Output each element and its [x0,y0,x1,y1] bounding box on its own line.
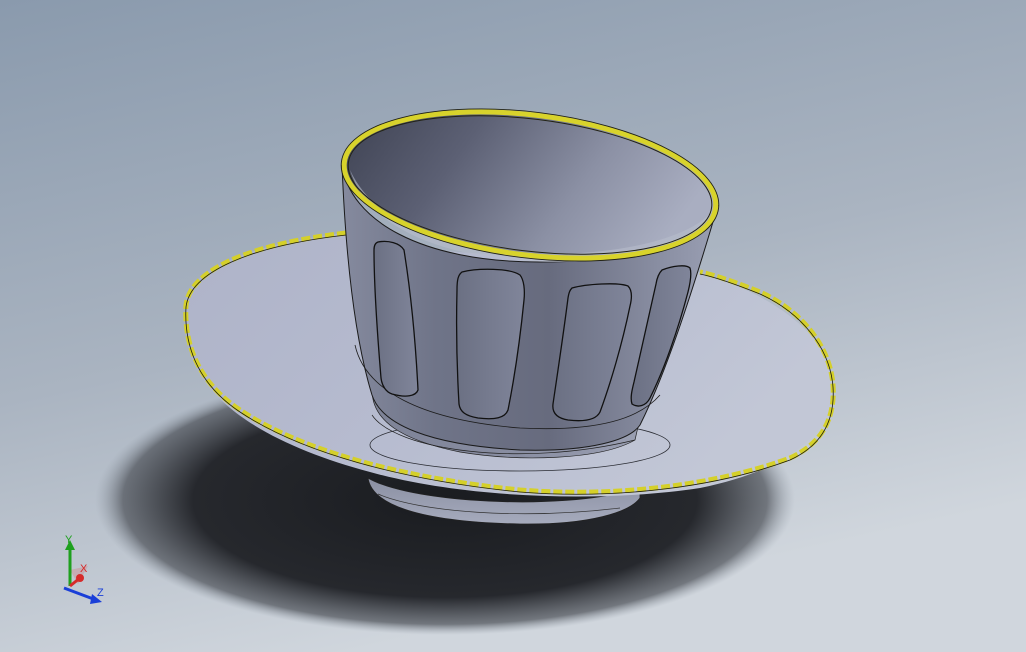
triad-y-label: Y [65,534,73,546]
reference-triad: Y X Z [48,532,118,607]
triad-x-label: X [80,563,88,575]
model-scene[interactable] [0,0,1026,652]
triad-z-label: Z [97,587,104,599]
graphics-viewport[interactable]: Y X Z [0,0,1026,652]
x-axis-endpoint-icon [76,574,84,582]
